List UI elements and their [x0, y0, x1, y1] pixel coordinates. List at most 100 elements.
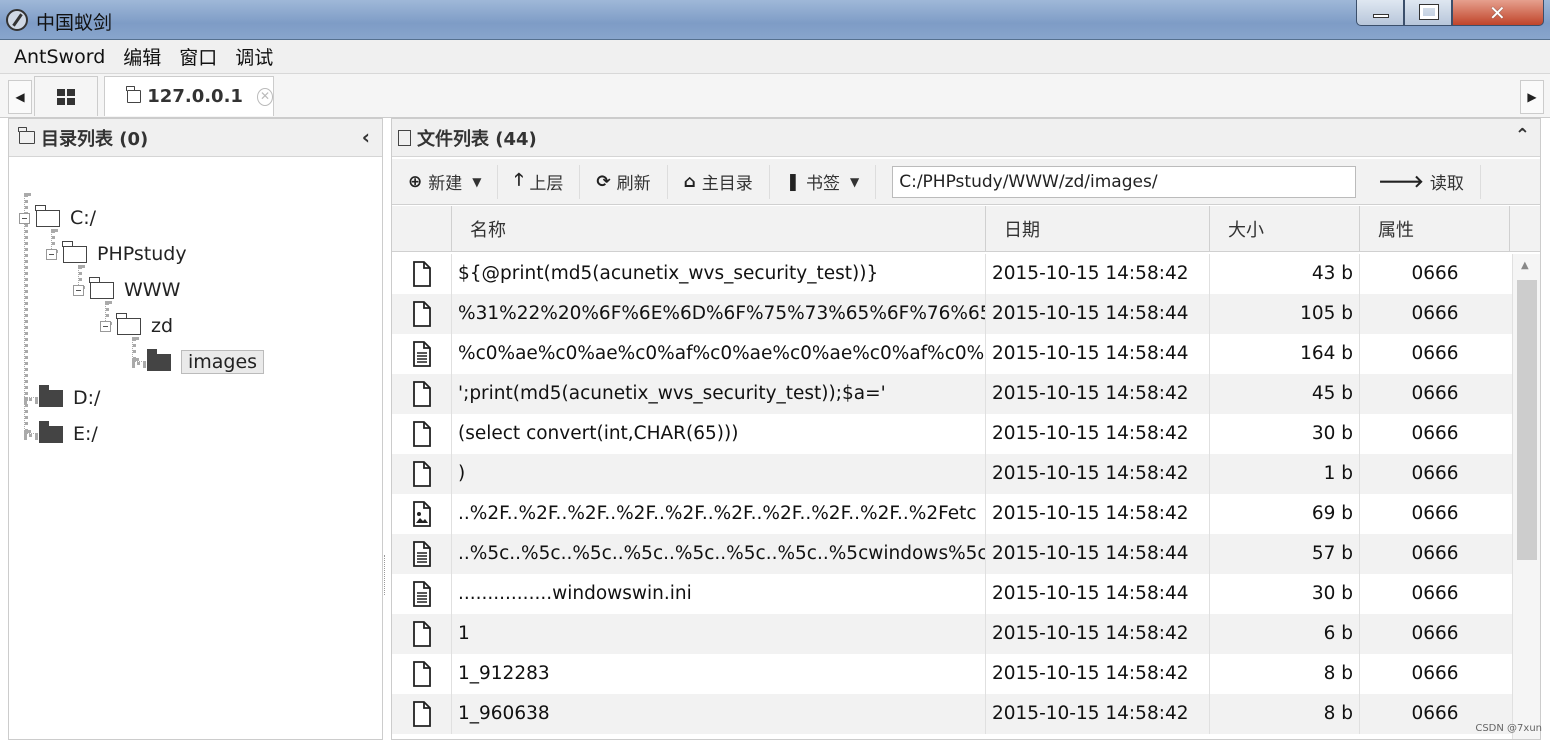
file-attr: 0666	[1411, 303, 1459, 324]
scroll-up-icon[interactable]: ▲	[1521, 260, 1529, 271]
file-date: 2015-10-15 14:58:44	[986, 574, 1210, 614]
tree-node-label: C:/	[70, 207, 97, 229]
refresh-button[interactable]: ⟳ 刷新	[580, 164, 668, 199]
bookmark-button[interactable]: ❚ 书签 ▼	[770, 164, 877, 199]
file-row[interactable]: 1_960638 2015-10-15 14:58:42 8 b 0666	[392, 694, 1512, 734]
text-file-icon	[412, 541, 432, 567]
file-size: 57 b	[1210, 534, 1360, 574]
file-size: 30 b	[1210, 574, 1360, 614]
refresh-icon: ⟳	[596, 171, 611, 192]
file-name: %31%22%20%6F%6E%6D%6F%75%73%65%6F%76%65%	[452, 294, 986, 334]
column-header-name[interactable]: 名称	[452, 206, 986, 252]
file-toolbar: ⊕ 新建 ▼ 🡑 上层 ⟳ 刷新 ⌂ 主目录 ❚ 书签 ▼ 🡒 读取	[392, 159, 1540, 205]
collapse-icon[interactable]	[19, 212, 30, 224]
menu-edit[interactable]: 编辑	[123, 43, 161, 70]
collapse-left-icon[interactable]: ‹	[362, 125, 370, 149]
read-button-label: 读取	[1429, 174, 1464, 194]
folder-open-icon	[116, 312, 141, 335]
collapse-icon[interactable]	[46, 248, 57, 260]
file-attr: 0666	[1411, 543, 1459, 564]
file-date: 2015-10-15 14:58:42	[986, 694, 1210, 734]
file-name: 1_912283	[452, 654, 986, 694]
grid-icon	[57, 88, 75, 105]
file-size: 6 b	[1210, 614, 1360, 654]
column-header-date[interactable]: 日期	[986, 206, 1210, 252]
tree-node-e[interactable]: E:/	[39, 419, 98, 449]
up-button[interactable]: 🡑 上层	[498, 164, 581, 199]
file-attr: 0666	[1411, 583, 1459, 604]
read-button[interactable]: 🡒 读取	[1362, 164, 1481, 199]
file-attr: 0666	[1411, 503, 1459, 524]
watermark: CSDN @7xun	[1475, 723, 1542, 734]
file-size: 30 b	[1210, 414, 1360, 454]
menu-window[interactable]: 窗口	[179, 43, 217, 70]
file-row[interactable]: (select convert(int,CHAR(65))) 2015-10-15…	[392, 414, 1512, 454]
file-icon	[412, 301, 432, 327]
file-attr: 0666	[1411, 383, 1459, 404]
tree-node-c[interactable]: C:/	[19, 203, 96, 233]
collapse-up-icon[interactable]: ⌃	[1515, 125, 1530, 146]
column-header-size[interactable]: 大小	[1210, 206, 1360, 252]
tree-node-phpstudy[interactable]: PHPstudy	[46, 239, 187, 269]
collapse-icon[interactable]	[73, 284, 84, 296]
tree-node-label: E:/	[73, 423, 98, 445]
file-row[interactable]: 1_912283 2015-10-15 14:58:42 8 b 0666	[392, 654, 1512, 694]
directory-panel: 目录列表 (0) ‹ C:/ PHPstudy WWW zd images D:…	[8, 118, 383, 740]
file-attr: 0666	[1411, 623, 1459, 644]
folder-open-icon	[35, 204, 60, 227]
file-name: )	[452, 454, 986, 494]
file-size: 1 b	[1210, 454, 1360, 494]
file-name: ${@print(md5(acunetix_wvs_security_test)…	[452, 254, 986, 294]
home-button[interactable]: ⌂ 主目录	[668, 164, 770, 199]
file-date: 2015-10-15 14:58:42	[986, 614, 1210, 654]
bookmark-button-label: 书签	[806, 174, 840, 194]
scrollbar-thumb[interactable]	[1517, 280, 1537, 560]
file-size: 8 b	[1210, 694, 1360, 734]
tree-node-label: images	[181, 350, 265, 374]
file-row[interactable]: ..%2F..%2F..%2F..%2F..%2F..%2F..%2F..%2F…	[392, 494, 1512, 534]
folder-icon	[18, 127, 35, 144]
tabs-scroll-left-button[interactable]: ◀	[8, 80, 32, 114]
file-attr: 0666	[1411, 463, 1459, 484]
file-row[interactable]: ..%5c..%5c..%5c..%5c..%5c..%5c..%5c..%5c…	[392, 534, 1512, 574]
path-input[interactable]	[892, 165, 1357, 198]
tree-node-images[interactable]: images	[147, 347, 265, 377]
file-panel: 文件列表 (44) ⌃ ⊕ 新建 ▼ 🡑 上层 ⟳ 刷新 ⌂ 主目录 ❚ 书签 …	[391, 118, 1541, 740]
tree-node-www[interactable]: WWW	[73, 275, 180, 305]
file-attr: 0666	[1411, 343, 1459, 364]
bookmark-icon: ❚	[785, 171, 800, 192]
file-row[interactable]: %31%22%20%6F%6E%6D%6F%75%73%65%6F%76%65%…	[392, 294, 1512, 334]
minimize-button[interactable]	[1356, 0, 1404, 26]
file-icon	[412, 701, 432, 727]
tree-node-d[interactable]: D:/	[39, 383, 100, 413]
new-button[interactable]: ⊕ 新建 ▼	[392, 164, 499, 199]
directory-panel-header: 目录列表 (0) ‹	[9, 119, 382, 157]
column-header-attr[interactable]: 属性	[1360, 206, 1510, 252]
tabs-scroll-right-button[interactable]: ▶	[1520, 80, 1544, 114]
maximize-button[interactable]	[1404, 0, 1452, 26]
tab-host[interactable]: 127.0.0.1 ✕	[104, 76, 274, 116]
file-row[interactable]: ) 2015-10-15 14:58:42 1 b 0666	[392, 454, 1512, 494]
file-name: ';print(md5(acunetix_wvs_security_test))…	[452, 374, 986, 414]
home-icon: ⌂	[683, 171, 696, 192]
menu-debug[interactable]: 调试	[235, 43, 273, 70]
tab-close-icon[interactable]: ✕	[256, 87, 273, 106]
file-row[interactable]: %c0%ae%c0%ae%c0%af%c0%ae%c0%ae%c0%af%c0%…	[392, 334, 1512, 374]
file-attr: 0666	[1411, 663, 1459, 684]
vertical-scrollbar[interactable]: ▲	[1512, 254, 1540, 739]
file-row[interactable]: ${@print(md5(acunetix_wvs_security_test)…	[392, 254, 1512, 294]
menu-antsword[interactable]: AntSword	[14, 46, 105, 68]
collapse-icon[interactable]	[100, 320, 111, 332]
file-name: (select convert(int,CHAR(65)))	[452, 414, 986, 454]
file-row[interactable]: ';print(md5(acunetix_wvs_security_test))…	[392, 374, 1512, 414]
folder-icon	[126, 86, 142, 103]
plus-circle-icon: ⊕	[408, 171, 423, 192]
file-row[interactable]: 1 2015-10-15 14:58:42 6 b 0666	[392, 614, 1512, 654]
file-row[interactable]: ................windowswin.ini 2015-10-15…	[392, 574, 1512, 614]
tab-home[interactable]	[34, 76, 98, 116]
close-button[interactable]: ✕	[1452, 0, 1544, 26]
tree-node-label: PHPstudy	[97, 243, 187, 265]
panel-splitter[interactable]	[384, 555, 388, 595]
caret-down-icon: ▼	[850, 174, 860, 189]
tree-node-zd[interactable]: zd	[100, 311, 173, 341]
